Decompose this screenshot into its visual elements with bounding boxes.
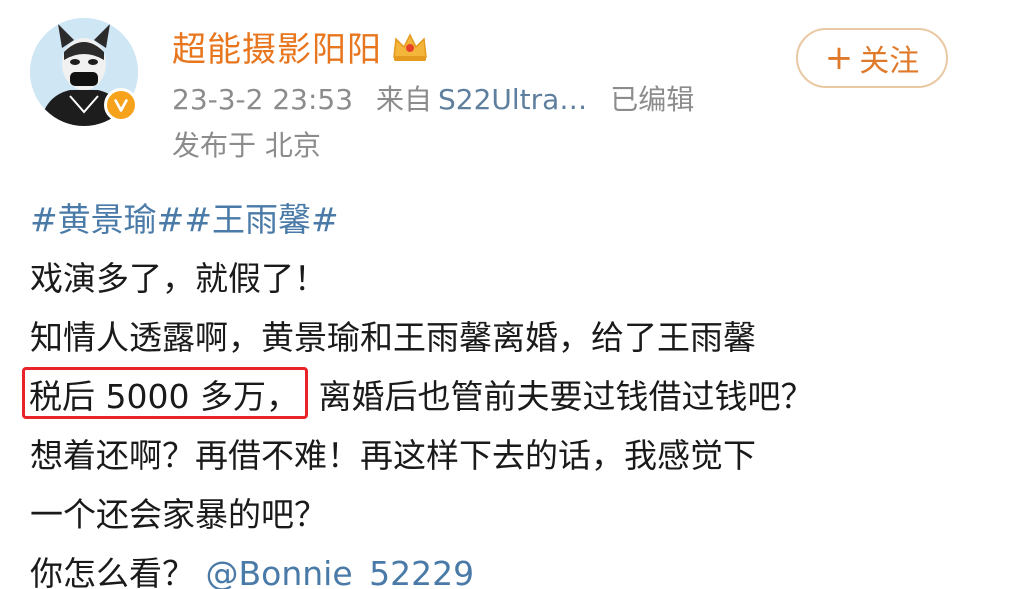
source-device-link[interactable]: S22Ultra… <box>438 83 587 116</box>
username[interactable]: 超能摄影阳阳 <box>172 22 382 71</box>
body-text-line: 想着还啊？再借不难！再这样下去的话，我感觉下 <box>30 436 756 475</box>
body-text-line: 知情人透露啊，黄景瑜和王雨馨离婚，给了王雨馨 <box>30 318 756 357</box>
username-row: 超能摄影阳阳 <box>172 22 430 70</box>
edited-label[interactable]: 已编辑 <box>610 83 694 116</box>
body-text: 离婚后也管前夫要过钱借过钱吧？ <box>318 377 814 416</box>
post-location: 发布于 北京 <box>172 129 321 162</box>
hashtag-link[interactable]: #黄景瑜# <box>30 200 184 239</box>
post-date: 23-3-2 23:53 <box>172 83 354 116</box>
post-body: #黄景瑜##王雨馨# 戏演多了，就假了！ 知情人透露啊，黄景瑜和王雨馨离婚，给了… <box>22 190 1000 589</box>
weibo-post: 超能摄影阳阳 23-3-2 23:53 来自 S22Ultra… 已编辑 发布于 … <box>0 0 1019 589</box>
body-text: 你怎么看？ <box>30 554 195 589</box>
hashtag-line: #黄景瑜##王雨馨# <box>30 190 1000 249</box>
hashtag-link[interactable]: #王雨馨# <box>184 200 338 239</box>
follow-label: 关注 <box>859 44 920 79</box>
plus-icon: + <box>824 38 854 78</box>
verified-badge <box>104 88 138 122</box>
mention-link[interactable]: @Bonnie_52229 <box>206 554 475 589</box>
follow-button[interactable]: + 关注 <box>796 28 948 88</box>
body-text-line: 税后 5000 多万， 离婚后也管前夫要过钱借过钱吧？ <box>22 367 1000 426</box>
body-text-line: 戏演多了，就假了！ <box>30 259 327 298</box>
post-meta: 23-3-2 23:53 来自 S22Ultra… 已编辑 <box>172 78 708 118</box>
highlighted-text: 税后 5000 多万， <box>22 367 308 419</box>
source-prefix: 来自 <box>375 83 432 116</box>
body-text-line: 你怎么看？ @Bonnie_52229 <box>30 544 1000 589</box>
body-text-line: 一个还会家暴的吧？ <box>30 495 327 534</box>
verified-v-badge-icon <box>114 99 128 112</box>
crown-icon[interactable] <box>390 29 430 63</box>
